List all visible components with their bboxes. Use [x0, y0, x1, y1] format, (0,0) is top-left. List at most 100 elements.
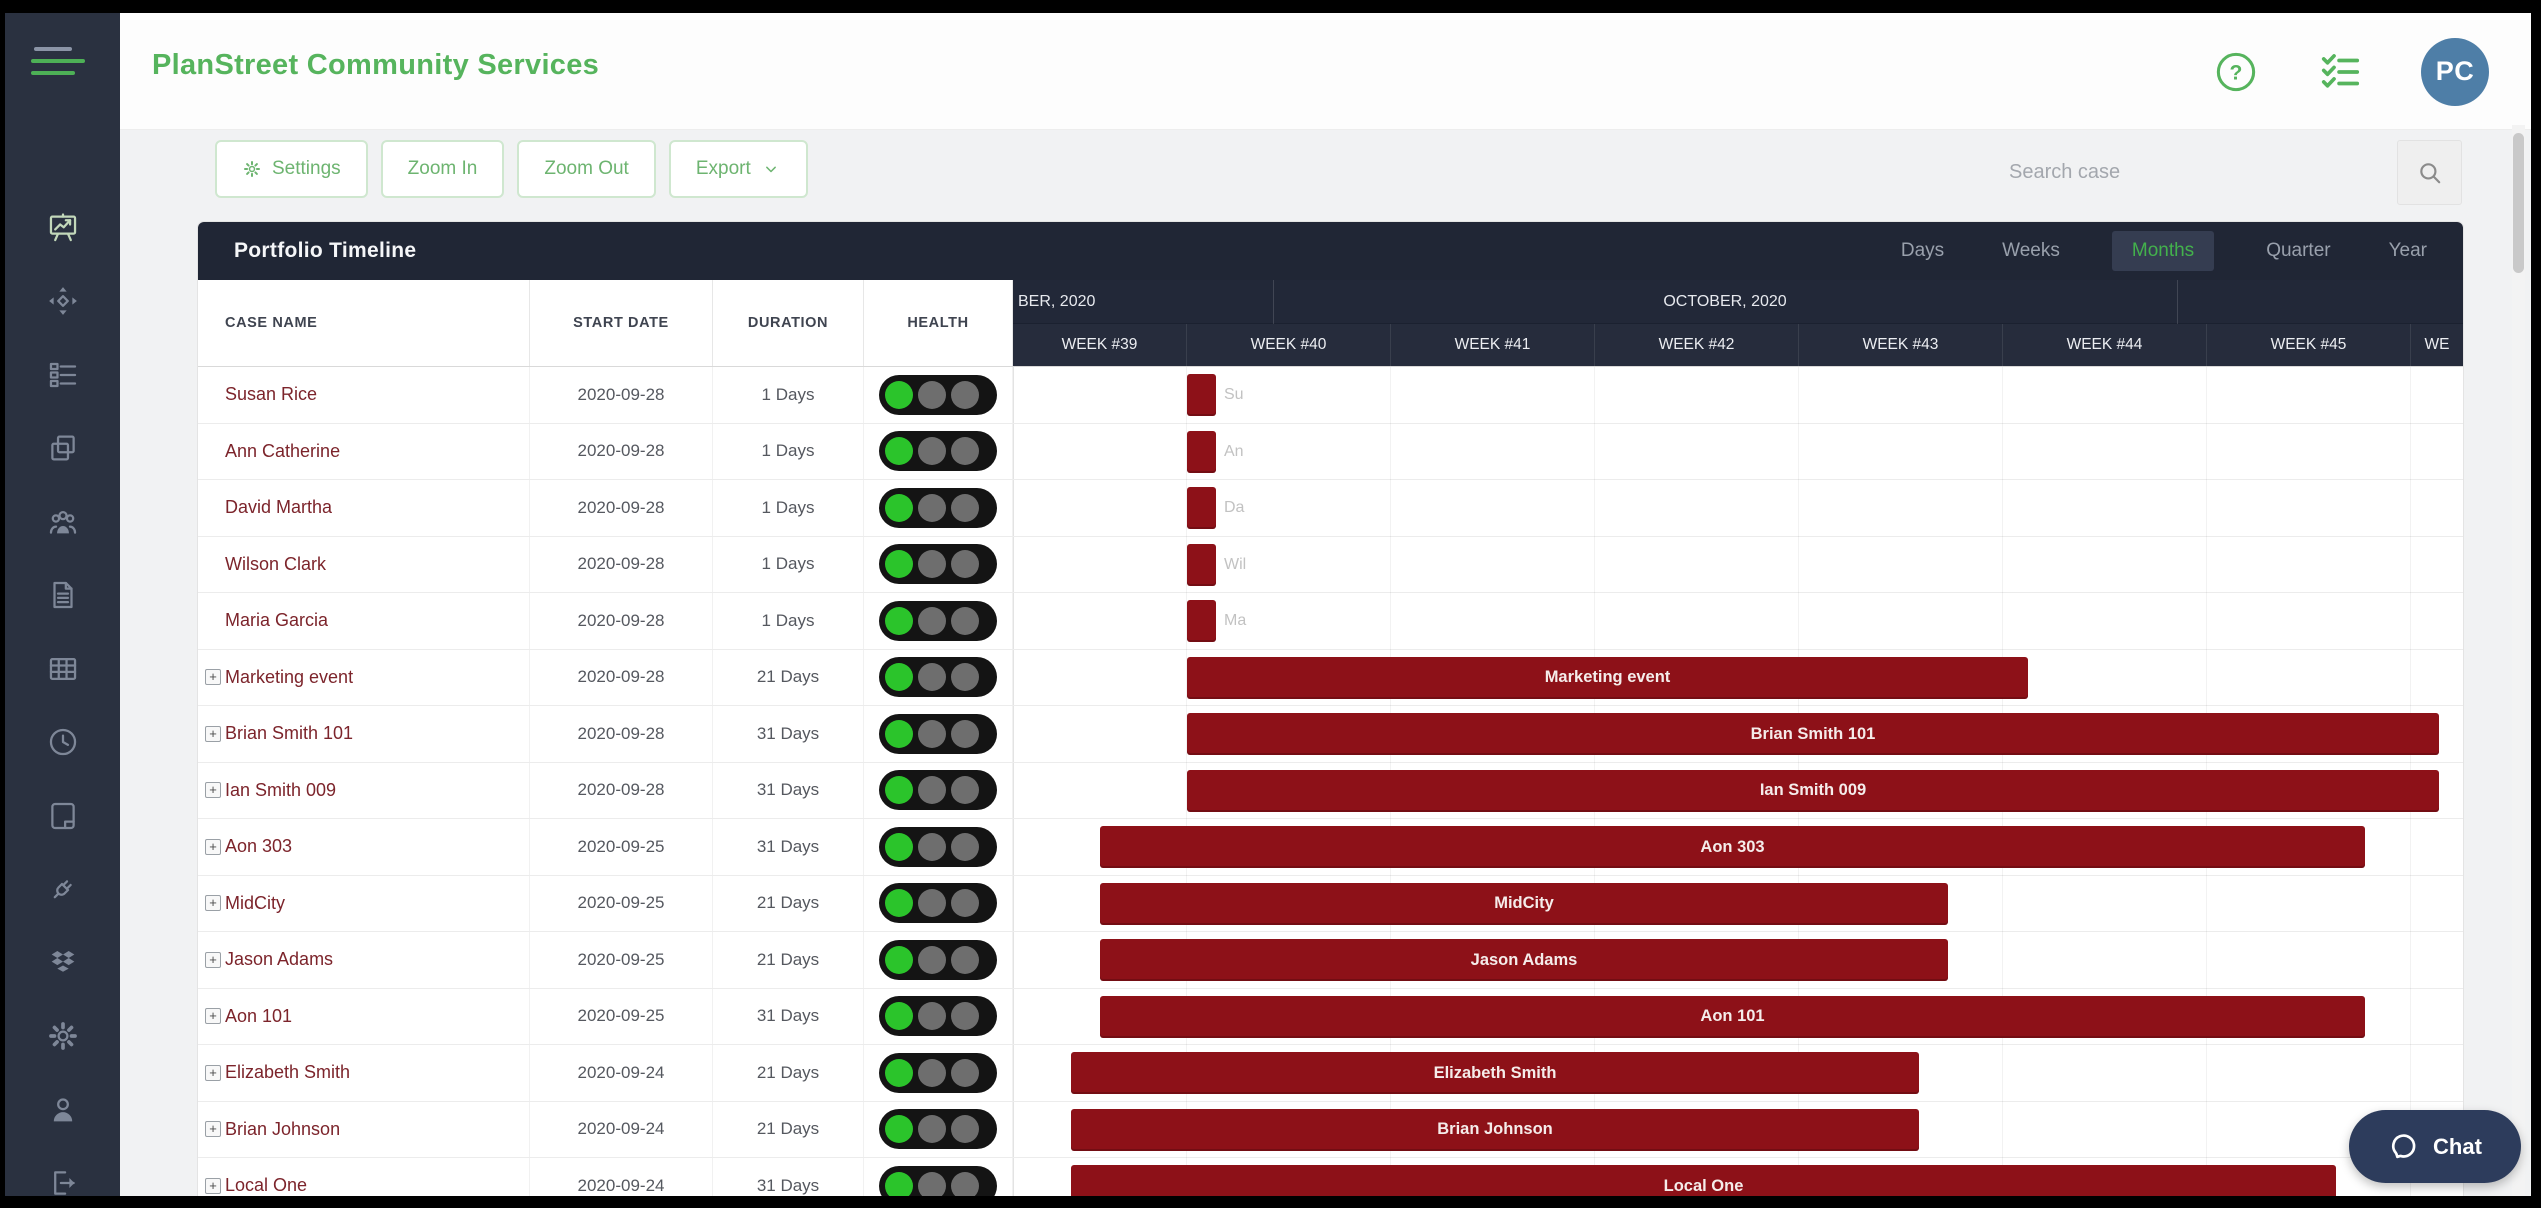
gantt-bar[interactable]: Aon 101 [1100, 996, 2365, 1038]
search-button[interactable] [2397, 140, 2462, 205]
gantt-bar[interactable]: Jason Adams [1100, 939, 1948, 981]
scrollbar-thumb[interactable] [2513, 133, 2524, 273]
gantt-bar[interactable]: Elizabeth Smith [1071, 1052, 1919, 1094]
health-traffic-light[interactable] [879, 827, 997, 867]
gantt-bar[interactable]: Brian Johnson [1071, 1109, 1919, 1151]
app-title: PlanStreet Community Services [152, 49, 599, 82]
help-icon[interactable]: ? [2213, 49, 2259, 95]
case-name[interactable]: Aon 303 [225, 836, 292, 857]
case-name[interactable]: MidCity [225, 893, 285, 914]
health-dot-gray [918, 1002, 946, 1030]
gantt-bar[interactable] [1187, 431, 1216, 473]
column-header-case-name: CASE NAME [198, 280, 530, 366]
task-list-icon[interactable] [5, 338, 120, 412]
document-report-icon[interactable] [5, 559, 120, 633]
health-traffic-light[interactable] [879, 770, 997, 810]
health-traffic-light[interactable] [879, 431, 997, 471]
chat-button[interactable]: Chat [2349, 1110, 2521, 1183]
case-name[interactable]: Elizabeth Smith [225, 1062, 350, 1083]
storage-box-icon[interactable] [5, 926, 120, 1000]
gantt-bar[interactable]: Ian Smith 009 [1187, 770, 2439, 812]
health-traffic-light[interactable] [879, 375, 997, 415]
health-dot-green [885, 776, 913, 804]
expand-plus-icon[interactable]: + [205, 1121, 221, 1137]
expand-plus-icon[interactable]: + [205, 839, 221, 855]
health-traffic-light[interactable] [879, 1053, 997, 1093]
view-tab-weeks[interactable]: Weeks [1996, 231, 2066, 271]
team-users-icon[interactable] [5, 485, 120, 559]
gantt-bar[interactable]: Brian Smith 101 [1187, 713, 2439, 755]
hamburger-menu-icon[interactable] [31, 47, 87, 89]
copy-pages-icon[interactable] [5, 412, 120, 486]
expand-plus-icon[interactable]: + [205, 1178, 221, 1194]
plug-integrations-icon[interactable] [5, 853, 120, 927]
case-name[interactable]: David Martha [225, 497, 332, 518]
health-traffic-light[interactable] [879, 657, 997, 697]
health-cell [864, 1158, 1013, 1196]
move-arrows-icon[interactable] [5, 265, 120, 339]
user-avatar[interactable]: PC [2421, 38, 2489, 106]
gantt-bar[interactable]: MidCity [1100, 883, 1948, 925]
zoom-out-button[interactable]: Zoom Out [517, 140, 655, 198]
search-input[interactable] [2007, 145, 2397, 201]
user-profile-icon[interactable] [5, 1073, 120, 1147]
health-traffic-light[interactable] [879, 544, 997, 584]
expand-plus-icon[interactable]: + [205, 726, 221, 742]
settings-gear-icon[interactable] [5, 1000, 120, 1074]
case-name[interactable]: Local One [225, 1175, 307, 1196]
notebook-icon[interactable] [5, 779, 120, 853]
expand-plus-icon[interactable]: + [205, 952, 221, 968]
view-tab-days[interactable]: Days [1895, 231, 1950, 271]
gantt-bar-label: Elizabeth Smith [1428, 1064, 1563, 1083]
case-name[interactable]: Susan Rice [225, 384, 317, 405]
tasks-checklist-icon[interactable] [2317, 49, 2363, 95]
health-traffic-light[interactable] [879, 601, 997, 641]
health-traffic-light[interactable] [879, 940, 997, 980]
case-name[interactable]: Wilson Clark [225, 554, 326, 575]
gantt-bar[interactable] [1187, 544, 1216, 586]
view-tab-months[interactable]: Months [2112, 231, 2214, 271]
gantt-bar[interactable] [1187, 600, 1216, 642]
zoom-in-button[interactable]: Zoom In [381, 140, 505, 198]
expand-plus-icon[interactable]: + [205, 895, 221, 911]
expand-plus-icon[interactable]: + [205, 1065, 221, 1081]
clock-history-icon[interactable] [5, 706, 120, 780]
case-name[interactable]: Jason Adams [225, 949, 333, 970]
table-row: Ann Catherine2020-09-281 DaysAn [198, 424, 2463, 481]
view-tab-quarter[interactable]: Quarter [2260, 231, 2336, 271]
health-dot-gray [918, 946, 946, 974]
health-traffic-light[interactable] [879, 996, 997, 1036]
gantt-bar[interactable]: Marketing event [1187, 657, 2028, 699]
timeline-months-row: BER, 2020OCTOBER, 2020 [1013, 280, 2463, 324]
export-button[interactable]: Export [669, 140, 808, 198]
case-name[interactable]: Ann Catherine [225, 441, 340, 462]
gantt-bar[interactable] [1187, 374, 1216, 416]
case-name[interactable]: Maria Garcia [225, 610, 328, 631]
logout-icon[interactable] [5, 1147, 120, 1197]
case-name[interactable]: Ian Smith 009 [225, 780, 336, 801]
health-cell [864, 367, 1013, 423]
case-name[interactable]: Brian Johnson [225, 1119, 340, 1140]
gantt-bar[interactable]: Local One [1071, 1165, 2336, 1196]
case-name[interactable]: Aon 101 [225, 1006, 292, 1027]
expand-plus-icon[interactable]: + [205, 669, 221, 685]
health-traffic-light[interactable] [879, 714, 997, 754]
health-traffic-light[interactable] [879, 1109, 997, 1149]
duration: 21 Days [713, 876, 864, 932]
gantt-bar[interactable]: Aon 303 [1100, 826, 2365, 868]
duration: 1 Days [713, 424, 864, 480]
expand-plus-icon[interactable]: + [205, 782, 221, 798]
health-dot-gray [951, 720, 979, 748]
data-table-icon[interactable] [5, 632, 120, 706]
case-name[interactable]: Brian Smith 101 [225, 723, 353, 744]
view-tab-year[interactable]: Year [2383, 231, 2433, 271]
health-traffic-light[interactable] [879, 488, 997, 528]
expand-plus-icon[interactable]: + [205, 1008, 221, 1024]
case-name[interactable]: Marketing event [225, 667, 353, 688]
health-traffic-light[interactable] [879, 883, 997, 923]
dashboard-chart-icon[interactable] [5, 191, 120, 265]
health-dot-gray [951, 833, 979, 861]
health-traffic-light[interactable] [879, 1166, 997, 1196]
gantt-bar[interactable] [1187, 487, 1216, 529]
settings-button[interactable]: Settings [215, 140, 368, 198]
